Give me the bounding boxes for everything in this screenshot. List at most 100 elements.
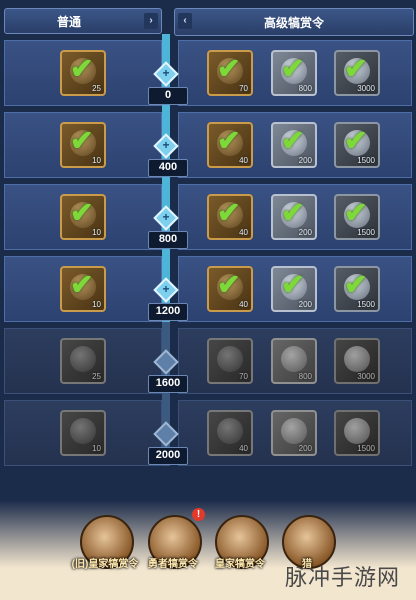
checkmark-icon: ✔ (281, 197, 305, 228)
free-reward-slot[interactable]: ✔ 10 (60, 194, 106, 240)
free-reward-slot[interactable]: ✔ 10 (60, 266, 106, 312)
checkmark-icon: ✔ (344, 197, 368, 228)
reward-quantity: 3000 (357, 84, 375, 93)
checkmark-icon: ✔ (217, 125, 241, 156)
reward-item-icon (344, 346, 370, 372)
reward-item-icon (281, 418, 307, 444)
reward-quantity: 10 (92, 444, 101, 453)
reward-row: 25 70 800 3000 (0, 328, 416, 394)
hero-name: (旧)皇家犒赏令 (71, 559, 139, 570)
reward-quantity: 200 (298, 444, 312, 453)
tab-free[interactable]: 普通 › (4, 8, 162, 34)
reward-quantity: 1500 (357, 228, 375, 237)
reward-quantity: 10 (92, 156, 101, 165)
milestone-label: 0 (148, 87, 188, 105)
tab-premium[interactable]: ‹ 高级犒赏令 (174, 8, 414, 36)
premium-reward-slot[interactable]: ✔ 40 (207, 266, 253, 312)
hero-card[interactable]: (旧)皇家犒赏令 (72, 515, 138, 581)
reward-quantity: 1500 (357, 444, 375, 453)
reward-item-icon (281, 346, 307, 372)
reward-quantity: 10 (92, 228, 101, 237)
reward-item-icon (344, 418, 370, 444)
premium-reward-slot[interactable]: 200 (271, 410, 317, 456)
premium-reward-slot[interactable]: 1500 (334, 410, 380, 456)
premium-reward-slot[interactable]: ✔ 1500 (334, 194, 380, 240)
watermark: 脉冲手游网 (284, 566, 400, 591)
premium-reward-slot[interactable]: ✔ 800 (271, 50, 317, 96)
checkmark-icon: ✔ (281, 269, 305, 300)
checkmark-icon: ✔ (344, 269, 368, 300)
chevron-left-icon[interactable]: ‹ (178, 13, 192, 29)
premium-reward-slot[interactable]: 70 (207, 338, 253, 384)
reward-row: ✔ 10 ✔ 40 ✔ 200 ✔ 1500 (0, 184, 416, 250)
premium-reward-slot[interactable]: 3000 (334, 338, 380, 384)
hero-card[interactable]: 皇家犒赏令 (210, 515, 270, 581)
premium-reward-slot[interactable]: 40 (207, 410, 253, 456)
reward-quantity: 200 (298, 300, 312, 309)
premium-reward-slot[interactable]: ✔ 1500 (334, 122, 380, 168)
checkmark-icon: ✔ (281, 53, 305, 84)
free-reward-slot[interactable]: ✔ 10 (60, 122, 106, 168)
reward-quantity: 25 (92, 372, 101, 381)
free-reward-slot[interactable]: 25 (60, 338, 106, 384)
reward-quantity: 40 (239, 228, 248, 237)
reward-quantity: 800 (298, 84, 312, 93)
checkmark-icon: ✔ (217, 197, 241, 228)
reward-row: ✔ 25 ✔ 70 ✔ 800 ✔ 3000 (0, 40, 416, 106)
milestone-label: 1600 (148, 375, 188, 393)
hero-name: 皇家犒赏令 (215, 559, 265, 570)
reward-quantity: 70 (239, 84, 248, 93)
reward-quantity: 70 (239, 372, 248, 381)
reward-row: ✔ 10 ✔ 40 ✔ 200 ✔ 1500 (0, 112, 416, 178)
premium-reward-slot[interactable]: ✔ 40 (207, 194, 253, 240)
checkmark-icon: ✔ (70, 125, 94, 156)
premium-reward-slot[interactable]: ✔ 1500 (334, 266, 380, 312)
reward-item-icon (217, 346, 243, 372)
premium-reward-slot[interactable]: ✔ 40 (207, 122, 253, 168)
milestone-label: 1200 (148, 303, 188, 321)
premium-reward-slot[interactable]: ✔ 200 (271, 194, 317, 240)
checkmark-icon: ✔ (70, 269, 94, 300)
hero-card[interactable]: 勇者犒赏令 (143, 515, 203, 581)
checkmark-icon: ✔ (344, 125, 368, 156)
checkmark-icon: ✔ (281, 125, 305, 156)
plus-icon: + (162, 282, 170, 296)
chevron-right-icon[interactable]: › (144, 13, 158, 29)
checkmark-icon: ✔ (217, 53, 241, 84)
checkmark-icon: ✔ (70, 53, 94, 84)
checkmark-icon: ✔ (70, 197, 94, 228)
reward-item-icon (70, 346, 96, 372)
alert-badge-icon: ! (192, 508, 205, 521)
milestone-label: 2000 (148, 447, 188, 465)
milestone-label: 400 (148, 159, 188, 177)
reward-quantity: 1500 (357, 300, 375, 309)
reward-quantity: 40 (239, 300, 248, 309)
reward-quantity: 10 (92, 300, 101, 309)
premium-reward-slot[interactable]: ✔ 3000 (334, 50, 380, 96)
reward-item-icon (70, 418, 96, 444)
premium-reward-slot[interactable]: ✔ 200 (271, 266, 317, 312)
premium-reward-slot[interactable]: ✔ 70 (207, 50, 253, 96)
milestone-label: 800 (148, 231, 188, 249)
reward-quantity: 40 (239, 444, 248, 453)
checkmark-icon: ✔ (344, 53, 368, 84)
plus-icon: + (162, 138, 170, 152)
reward-item-icon (217, 418, 243, 444)
tab-premium-label: 高级犒赏令 (263, 15, 324, 30)
reward-quantity: 1500 (357, 156, 375, 165)
reward-quantity: 200 (298, 156, 312, 165)
free-reward-slot[interactable]: ✔ 25 (60, 50, 106, 96)
reward-quantity: 800 (298, 372, 312, 381)
reward-quantity: 3000 (357, 372, 375, 381)
checkmark-icon: ✔ (217, 269, 241, 300)
reward-quantity: 40 (239, 156, 248, 165)
reward-quantity: 200 (298, 228, 312, 237)
hero-name: 勇者犒赏令 (148, 559, 198, 570)
free-reward-slot[interactable]: 10 (60, 410, 106, 456)
premium-reward-slot[interactable]: 800 (271, 338, 317, 384)
reward-row: ✔ 10 ✔ 40 ✔ 200 ✔ 1500 (0, 256, 416, 322)
reward-quantity: 25 (92, 84, 101, 93)
reward-row: 10 40 200 1500 (0, 400, 416, 466)
tab-free-label: 普通 (57, 14, 82, 29)
premium-reward-slot[interactable]: ✔ 200 (271, 122, 317, 168)
